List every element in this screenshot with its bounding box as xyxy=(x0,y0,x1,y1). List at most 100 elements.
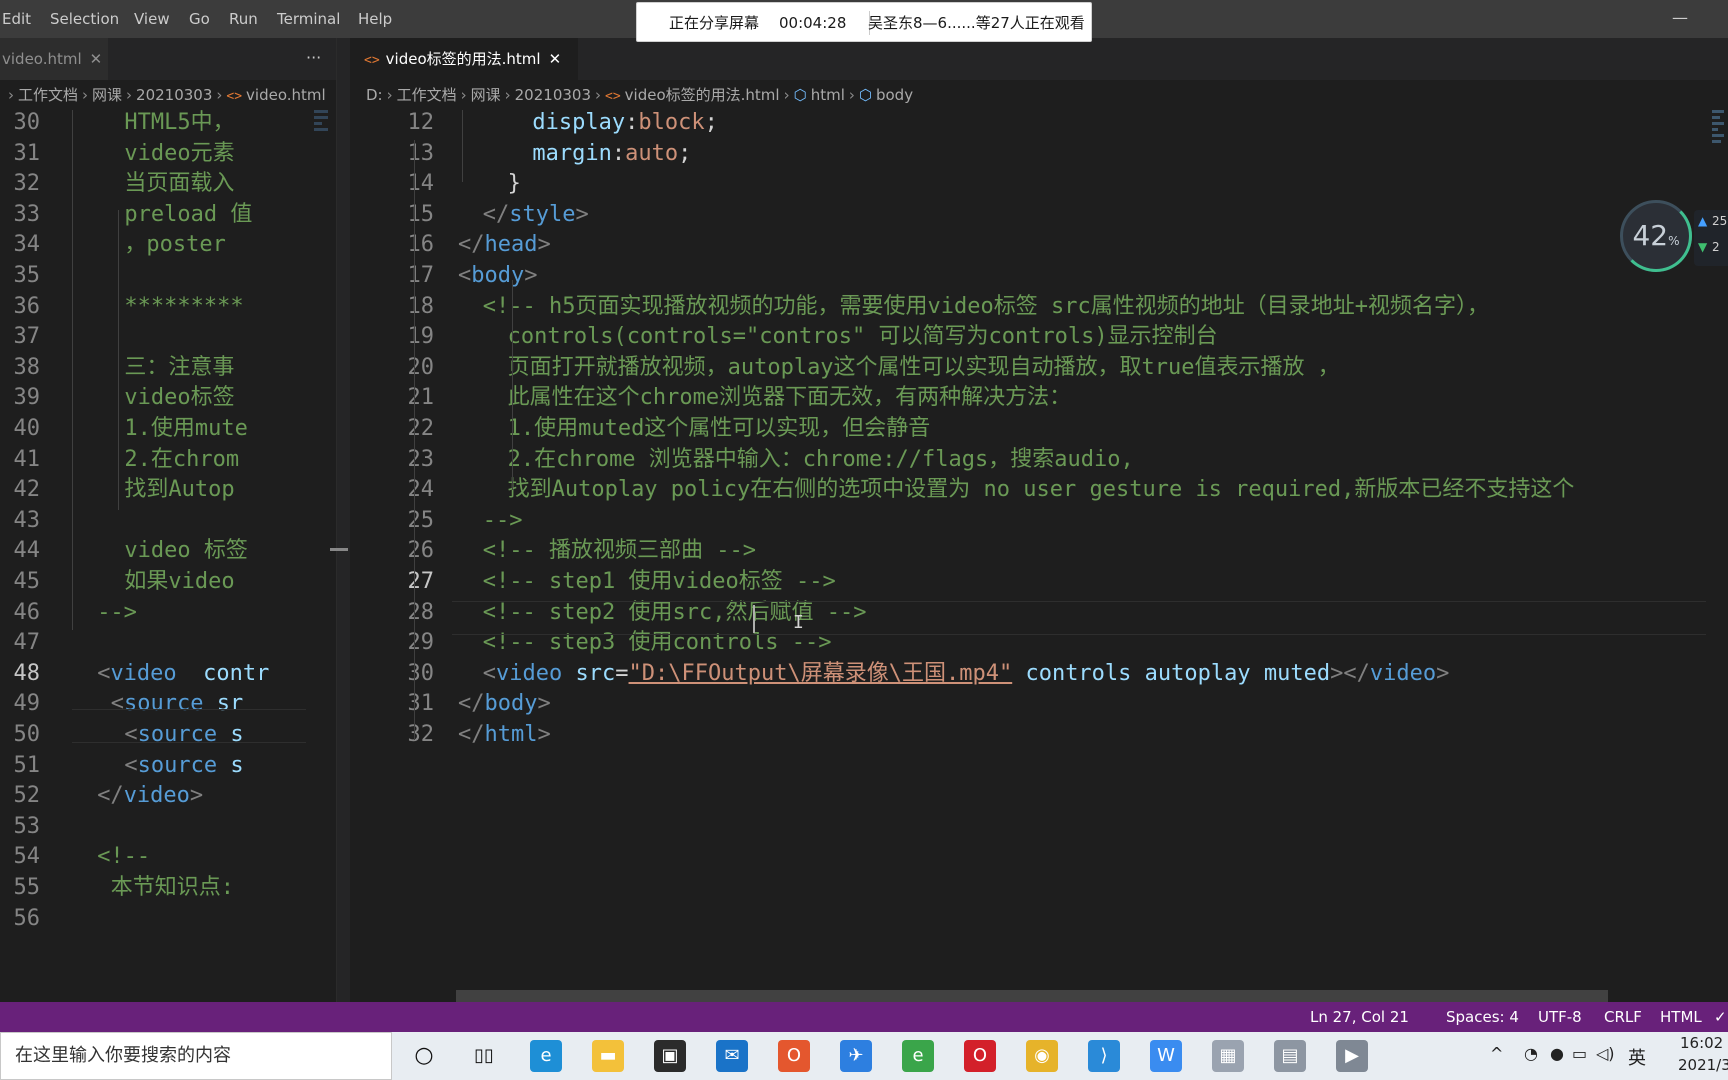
cursor-position[interactable]: Ln 27, Col 21 xyxy=(1310,1002,1409,1032)
code-token: </ xyxy=(97,783,124,809)
line-number: 29 xyxy=(407,630,435,656)
code-line: </video> xyxy=(97,779,203,813)
minimize-icon[interactable]: — xyxy=(1668,0,1692,38)
html-tag: html xyxy=(484,722,538,747)
line-number: 12 xyxy=(407,110,435,135)
indentation[interactable]: Spaces: 4 xyxy=(1446,1002,1519,1032)
video-recorder-icon[interactable]: ▶ xyxy=(1336,1040,1368,1072)
code-line: ********* xyxy=(124,290,243,324)
indent-guide xyxy=(118,210,119,510)
minimap[interactable] xyxy=(306,110,332,1002)
html-tag: video xyxy=(496,660,563,686)
crumb[interactable]: video标签的用法.html xyxy=(625,86,780,104)
clock-date[interactable]: 2021/3 xyxy=(1678,1056,1728,1074)
close-icon[interactable]: ✕ xyxy=(549,50,562,68)
tab-video-usage-html[interactable]: <> video标签的用法.html ✕ xyxy=(350,38,578,80)
html-tag: body xyxy=(471,263,525,288)
app-icon[interactable]: ▦ xyxy=(1212,1040,1244,1072)
volume-icon[interactable]: ◁) xyxy=(1596,1044,1615,1063)
code-line: HTML5中， xyxy=(124,110,234,140)
eslint-status[interactable]: ✓ ESLint xyxy=(1714,1002,1728,1032)
code-token: < xyxy=(458,263,472,288)
menu-selection[interactable]: Selection xyxy=(50,0,119,38)
encoding[interactable]: UTF-8 xyxy=(1538,1002,1582,1032)
text-cursor xyxy=(753,605,755,633)
code-line: 找到Autop xyxy=(124,473,234,507)
mail-icon[interactable]: ✉ xyxy=(716,1040,748,1072)
editor-split-divider[interactable] xyxy=(336,38,350,1002)
crumb[interactable]: body xyxy=(876,86,913,104)
scrollbar-thumb[interactable] xyxy=(330,548,348,551)
file-explorer-icon[interactable]: ▬ xyxy=(592,1040,624,1072)
horizontal-scrollbar[interactable] xyxy=(456,990,1608,1002)
office-icon[interactable]: O xyxy=(778,1040,810,1072)
line-number: 51 xyxy=(13,752,41,778)
clock-time[interactable]: 16:02 xyxy=(1680,1034,1723,1052)
crumb[interactable]: video.html xyxy=(246,86,326,104)
language-mode[interactable]: HTML xyxy=(1660,1002,1702,1032)
opera-icon[interactable]: O xyxy=(964,1040,996,1072)
line-number: 22 xyxy=(407,416,435,441)
network-icon[interactable]: ◔ xyxy=(1524,1044,1538,1063)
crumb[interactable]: 工作文档 xyxy=(18,86,78,104)
cortana-icon[interactable]: ○ xyxy=(408,1040,440,1072)
code-token: > xyxy=(537,722,551,747)
line-number: 47 xyxy=(13,630,41,656)
taskbar-search-input[interactable]: 在这里输入你要搜索的内容 xyxy=(0,1032,392,1080)
wps-icon[interactable]: W xyxy=(1150,1040,1182,1072)
crumb[interactable]: 网课 xyxy=(92,86,122,104)
menu-go[interactable]: Go xyxy=(189,0,210,38)
line-number: 43 xyxy=(13,507,41,533)
network-speed-widget[interactable]: 42% xyxy=(1620,200,1692,272)
code-token: : xyxy=(611,140,626,166)
share-viewers[interactable]: 吴圣东8—6......等27人正在观看 xyxy=(868,3,1085,43)
code-line: ，poster xyxy=(124,228,225,262)
right-editor[interactable]: 12 13 14 15 16 17 18 19 20 21 22 23 24 25 26 27 28 29 30 31… xyxy=(350,110,1728,1002)
ime-indicator[interactable]: 英 xyxy=(1628,1044,1646,1070)
chevron-right-icon: › xyxy=(216,86,223,104)
edge-browser-icon[interactable]: e xyxy=(530,1040,562,1072)
line-number: 56 xyxy=(13,905,41,931)
microphone-icon[interactable]: ● xyxy=(1550,1044,1564,1063)
task-view-icon[interactable]: ▯▯ xyxy=(468,1040,500,1072)
system-tray: ^ ◔ ● ▭ ◁) 英 16:02 2021/3 xyxy=(1488,1032,1728,1080)
left-editor[interactable]: 30 31 32 33 34 35 36 37 38 39 40 41 42 43 44 45 46 47 48 49… xyxy=(0,110,336,1002)
chrome-icon[interactable]: ◉ xyxy=(1026,1040,1058,1072)
app-icon[interactable]: ▤ xyxy=(1274,1040,1306,1072)
code-token: = xyxy=(615,660,629,686)
crumb[interactable]: 20210303 xyxy=(515,86,591,104)
line-number: 28 xyxy=(407,599,435,625)
end-of-line[interactable]: CRLF xyxy=(1604,1002,1642,1032)
html-attribute: src xyxy=(575,660,616,686)
code-token: 2.在chrom xyxy=(124,446,240,472)
menu-edit[interactable]: Edit xyxy=(2,0,31,38)
battery-icon[interactable]: ▭ xyxy=(1572,1044,1587,1063)
menu-help[interactable]: Help xyxy=(358,0,392,38)
ie-browser-icon[interactable]: e xyxy=(902,1040,934,1072)
code-line: 页面打开就播放视频，autoplay这个属性可以实现自动播放，取true值表示播… xyxy=(508,351,1340,385)
code-token: > xyxy=(537,232,551,258)
element-cube-icon: ⬡ xyxy=(793,86,807,104)
line-number: 45 xyxy=(13,569,41,594)
menu-terminal[interactable]: Terminal xyxy=(277,0,340,38)
more-actions-icon[interactable]: ··· xyxy=(306,38,321,78)
right-breadcrumb: D: › 工作文档 › 网课 › 20210303 › <> video标签的用法.html › ⬡ h… xyxy=(350,80,1728,110)
chevron-right-icon: › xyxy=(783,86,790,104)
store-icon[interactable]: ▣ xyxy=(654,1040,686,1072)
crumb[interactable]: D: xyxy=(366,86,383,104)
menu-view[interactable]: View xyxy=(134,0,170,38)
tab-video-html[interactable]: video.html ✕ xyxy=(0,38,108,80)
code-line: margin:auto; xyxy=(532,137,691,171)
crumb[interactable]: 网课 xyxy=(471,86,501,104)
crumb[interactable]: 工作文档 xyxy=(397,86,457,104)
crumb[interactable]: 20210303 xyxy=(136,86,212,104)
right-tab-strip: <> video标签的用法.html ✕ xyxy=(350,38,1728,80)
feishu-icon[interactable]: ✈ xyxy=(840,1040,872,1072)
menu-run[interactable]: Run xyxy=(229,0,258,38)
code-token: contr xyxy=(176,660,270,686)
vscode-icon[interactable]: ⟩ xyxy=(1088,1040,1120,1072)
close-icon[interactable]: ✕ xyxy=(90,50,103,68)
crumb[interactable]: html xyxy=(811,86,845,104)
chevron-up-icon[interactable]: ^ xyxy=(1490,1044,1503,1063)
